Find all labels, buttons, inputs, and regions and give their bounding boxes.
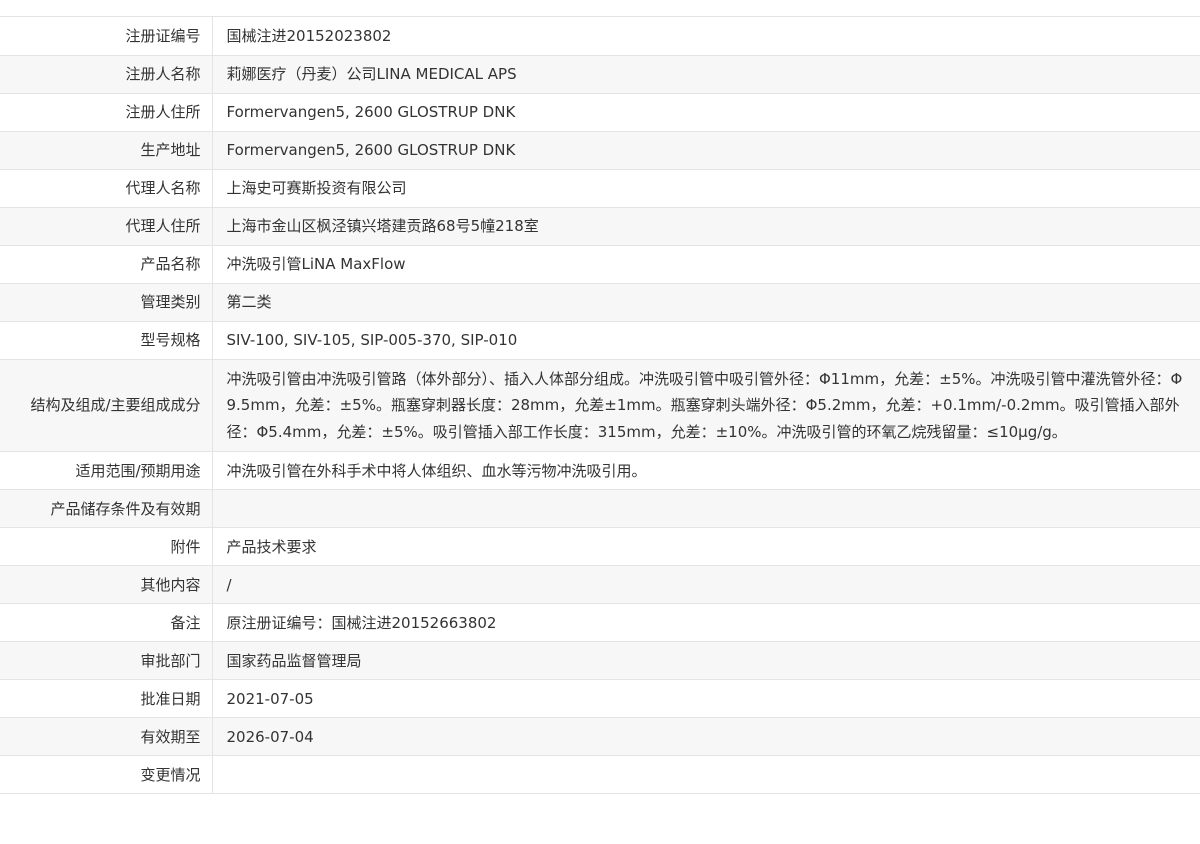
table-row: 管理类别 第二类 <box>0 283 1200 322</box>
field-label: 生产地址 <box>0 131 213 170</box>
table-row: 注册人名称 莉娜医疗（丹麦）公司LINA MEDICAL APS <box>0 55 1200 94</box>
table-row: 型号规格 SIV-100, SIV-105, SIP-005-370, SIP-… <box>0 321 1200 360</box>
field-value: 产品技术要求 <box>212 527 1200 566</box>
field-label: 附件 <box>0 527 213 566</box>
field-value <box>212 489 1200 528</box>
field-label: 产品名称 <box>0 245 213 284</box>
field-value: / <box>212 565 1200 604</box>
table-row: 备注 原注册证编号：国械注进20152663802 <box>0 603 1200 642</box>
field-value: 上海史可赛斯投资有限公司 <box>212 169 1200 208</box>
field-label: 产品储存条件及有效期 <box>0 489 213 528</box>
table-row: 结构及组成/主要组成成分 冲洗吸引管由冲洗吸引管路（体外部分）、插入人体部分组成… <box>0 359 1200 452</box>
table-row: 附件 产品技术要求 <box>0 527 1200 566</box>
field-label: 变更情况 <box>0 755 213 794</box>
field-label: 审批部门 <box>0 641 213 680</box>
table-row: 产品名称 冲洗吸引管LiNA MaxFlow <box>0 245 1200 284</box>
registration-detail-page: 注册证编号 国械注进20152023802 注册人名称 莉娜医疗（丹麦）公司LI… <box>0 0 1200 844</box>
field-value: 冲洗吸引管在外科手术中将人体组织、血水等污物冲洗吸引用。 <box>212 451 1200 490</box>
field-value: 上海市金山区枫泾镇兴塔建贡路68号5幢218室 <box>212 207 1200 246</box>
table-row: 适用范围/预期用途 冲洗吸引管在外科手术中将人体组织、血水等污物冲洗吸引用。 <box>0 451 1200 490</box>
field-value: Formervangen5, 2600 GLOSTRUP DNK <box>212 131 1200 170</box>
field-label: 批准日期 <box>0 679 213 718</box>
table-row: 代理人名称 上海史可赛斯投资有限公司 <box>0 169 1200 208</box>
field-label: 型号规格 <box>0 321 213 360</box>
table-row: 注册人住所 Formervangen5, 2600 GLOSTRUP DNK <box>0 93 1200 132</box>
field-label: 注册人名称 <box>0 55 213 94</box>
table-row: 批准日期 2021-07-05 <box>0 679 1200 718</box>
field-value: 冲洗吸引管LiNA MaxFlow <box>212 245 1200 284</box>
field-label: 注册人住所 <box>0 93 213 132</box>
field-value: 第二类 <box>212 283 1200 322</box>
field-value: 冲洗吸引管由冲洗吸引管路（体外部分）、插入人体部分组成。冲洗吸引管中吸引管外径：… <box>212 359 1200 452</box>
field-value: 原注册证编号：国械注进20152663802 <box>212 603 1200 642</box>
field-label: 代理人名称 <box>0 169 213 208</box>
table-row: 代理人住所 上海市金山区枫泾镇兴塔建贡路68号5幢218室 <box>0 207 1200 246</box>
field-value: 国家药品监督管理局 <box>212 641 1200 680</box>
field-value: 莉娜医疗（丹麦）公司LINA MEDICAL APS <box>212 55 1200 94</box>
field-value: 2026-07-04 <box>212 717 1200 756</box>
field-label: 其他内容 <box>0 565 213 604</box>
top-divider <box>0 0 1200 17</box>
registration-detail-table: 注册证编号 国械注进20152023802 注册人名称 莉娜医疗（丹麦）公司LI… <box>0 17 1200 794</box>
table-row: 生产地址 Formervangen5, 2600 GLOSTRUP DNK <box>0 131 1200 170</box>
field-value: 2021-07-05 <box>212 679 1200 718</box>
table-row: 审批部门 国家药品监督管理局 <box>0 641 1200 680</box>
field-label: 有效期至 <box>0 717 213 756</box>
field-value: SIV-100, SIV-105, SIP-005-370, SIP-010 <box>212 321 1200 360</box>
field-value <box>212 755 1200 794</box>
field-label: 适用范围/预期用途 <box>0 451 213 490</box>
field-label: 备注 <box>0 603 213 642</box>
table-row: 产品储存条件及有效期 <box>0 489 1200 528</box>
table-row: 注册证编号 国械注进20152023802 <box>0 17 1200 56</box>
field-value: 国械注进20152023802 <box>212 17 1200 56</box>
table-row: 其他内容 / <box>0 565 1200 604</box>
field-label: 代理人住所 <box>0 207 213 246</box>
field-label: 注册证编号 <box>0 17 213 56</box>
table-row: 变更情况 <box>0 755 1200 794</box>
field-value: Formervangen5, 2600 GLOSTRUP DNK <box>212 93 1200 132</box>
field-label: 管理类别 <box>0 283 213 322</box>
table-row: 有效期至 2026-07-04 <box>0 717 1200 756</box>
field-label: 结构及组成/主要组成成分 <box>0 359 213 452</box>
